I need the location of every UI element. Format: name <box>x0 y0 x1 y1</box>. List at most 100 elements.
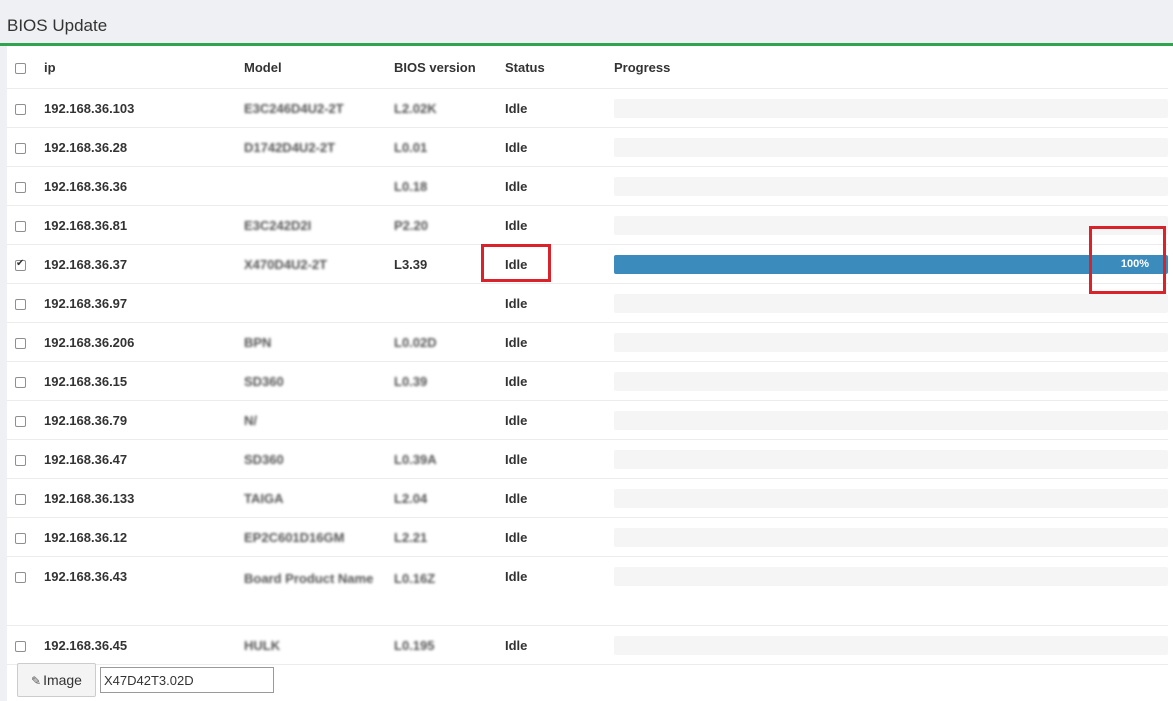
footer: ✎ Image <box>17 663 274 697</box>
progress-bar <box>614 410 1168 430</box>
cell-ip: 192.168.36.103 <box>44 88 244 128</box>
cell-status: Idle <box>505 205 614 245</box>
table-row[interactable]: 192.168.36.12 EP2C601D16GM L2.21 Idle <box>7 517 1168 557</box>
cell-status: Idle <box>505 127 614 167</box>
row-checkbox[interactable] <box>15 142 26 154</box>
row-checkbox[interactable] <box>15 220 26 232</box>
header-model: Model <box>244 46 394 89</box>
cell-bios-version: L2.02K <box>394 100 437 116</box>
progress-bar <box>614 488 1168 508</box>
cell-status: Idle <box>505 361 614 401</box>
cell-bios-version: L0.18 <box>394 178 428 194</box>
cell-model: E3C242D2I <box>244 217 312 233</box>
row-checkbox[interactable] <box>15 493 26 505</box>
cell-bios-version: L0.01 <box>394 139 428 155</box>
cell-status: Idle <box>505 517 614 557</box>
page-title: BIOS Update <box>7 16 108 35</box>
cell-status: Idle <box>505 166 614 206</box>
header-status: Status <box>505 46 614 89</box>
cell-bios-version: L2.04 <box>394 490 428 506</box>
table-row[interactable]: 192.168.36.206 BPN L0.02D Idle <box>7 322 1168 362</box>
table-row[interactable]: 192.168.36.36 L0.18 Idle <box>7 166 1168 206</box>
cell-status: Idle <box>505 244 614 284</box>
panel-header: BIOS Update <box>0 0 1173 46</box>
progress-fill: 100% <box>614 254 1168 274</box>
cell-model: SD360 <box>244 373 284 389</box>
progress-bar <box>614 332 1168 352</box>
bios-update-panel: ip Model BIOS version Status Progress 19… <box>7 46 1173 701</box>
progress-bar <box>614 176 1168 196</box>
cell-status: Idle <box>505 478 614 518</box>
cell-ip: 192.168.36.36 <box>44 166 244 206</box>
cell-bios-version: L0.39 <box>394 373 428 389</box>
row-checkbox[interactable] <box>15 298 26 310</box>
row-checkbox[interactable] <box>15 181 26 193</box>
header-bios-version: BIOS version <box>394 46 505 89</box>
image-button[interactable]: ✎ Image <box>17 663 96 697</box>
cell-ip: 192.168.36.206 <box>44 322 244 362</box>
row-checkbox[interactable] <box>15 376 26 388</box>
table-row[interactable]: 192.168.36.81 E3C242D2I P2.20 Idle <box>7 205 1168 245</box>
row-checkbox[interactable] <box>15 337 26 349</box>
progress-bar <box>614 98 1168 118</box>
progress-bar <box>614 371 1168 391</box>
table-row[interactable]: 192.168.36.15 SD360 L0.39 Idle <box>7 361 1168 401</box>
cell-bios-version: L0.195 <box>394 637 435 653</box>
progress-bar <box>614 215 1168 235</box>
progress-bar <box>614 293 1168 313</box>
cell-ip: 192.168.36.15 <box>44 361 244 401</box>
row-checkbox[interactable] <box>15 640 26 652</box>
pencil-icon: ✎ <box>31 674 42 688</box>
cell-bios-version: L2.21 <box>394 529 428 545</box>
table-row[interactable]: 192.168.36.37X470D4U2-2T L3.39 Idle 100% <box>7 244 1168 284</box>
cell-ip: 192.168.36.133 <box>44 478 244 518</box>
cell-ip: 192.168.36.43 <box>44 556 244 626</box>
table-row[interactable]: 192.168.36.45 HULK L0.195 Idle <box>7 625 1168 665</box>
cell-model: TAIGA <box>244 490 284 506</box>
cell-ip: 192.168.36.45 <box>44 625 244 665</box>
cell-status: Idle <box>505 400 614 440</box>
table-row[interactable]: 192.168.36.43 Board Product Name L0.16Z Idl… <box>7 556 1168 626</box>
table-row[interactable]: 192.168.36.97 Idle <box>7 283 1168 323</box>
table-row[interactable]: 192.168.36.79 N/Idle <box>7 400 1168 440</box>
cell-model: X470D4U2-2T <box>244 256 328 272</box>
progress-bar <box>614 635 1168 655</box>
cell-model: E3C246D4U2-2T <box>244 100 344 116</box>
cell-model: BPN <box>244 334 272 350</box>
row-checkbox[interactable] <box>15 454 26 466</box>
cell-model: EP2C601D16GM <box>244 529 345 545</box>
cell-model: Board Product Name <box>244 571 374 586</box>
row-checkbox[interactable] <box>15 532 26 544</box>
cell-status: Idle <box>505 283 614 323</box>
cell-bios-version: L0.39A <box>394 451 437 467</box>
table-header-row: ip Model BIOS version Status Progress <box>7 46 1168 89</box>
cell-status: Idle <box>505 322 614 362</box>
table-row[interactable]: 192.168.36.47 SD360 L0.39A Idle <box>7 439 1168 479</box>
table-row[interactable]: 192.168.36.133 TAIGA L2.04 Idle <box>7 478 1168 518</box>
table-row[interactable]: 192.168.36.103 E3C246D4U2-2T L2.02K Idle <box>7 88 1168 128</box>
header-ip: ip <box>44 46 244 89</box>
cell-model: HULK <box>244 637 281 653</box>
progress-label: 100% <box>1120 257 1149 270</box>
cell-bios-version: L3.39 <box>394 256 428 272</box>
table-row[interactable]: 192.168.36.28 D1742D4U2-2T L0.01 Idle <box>7 127 1168 167</box>
cell-ip: 192.168.36.37 <box>44 244 244 284</box>
row-checkbox[interactable] <box>15 415 26 427</box>
cell-ip: 192.168.36.47 <box>44 439 244 479</box>
progress-bar <box>614 527 1168 547</box>
cell-ip: 192.168.36.28 <box>44 127 244 167</box>
progress-bar <box>614 567 1168 586</box>
header-progress: Progress <box>614 46 1168 89</box>
cell-ip: 192.168.36.79 <box>44 400 244 440</box>
select-all-checkbox[interactable] <box>15 62 26 74</box>
cell-ip: 192.168.36.12 <box>44 517 244 557</box>
cell-ip: 192.168.36.81 <box>44 205 244 245</box>
image-file-input[interactable] <box>100 667 274 693</box>
row-checkbox[interactable] <box>15 103 26 115</box>
cell-status: Idle <box>505 439 614 479</box>
cell-bios-version: L0.02D <box>394 334 437 350</box>
row-checkbox[interactable] <box>15 572 26 584</box>
row-checkbox[interactable] <box>15 258 26 271</box>
device-table: ip Model BIOS version Status Progress 19… <box>7 46 1168 665</box>
cell-model: SD360 <box>244 451 284 467</box>
